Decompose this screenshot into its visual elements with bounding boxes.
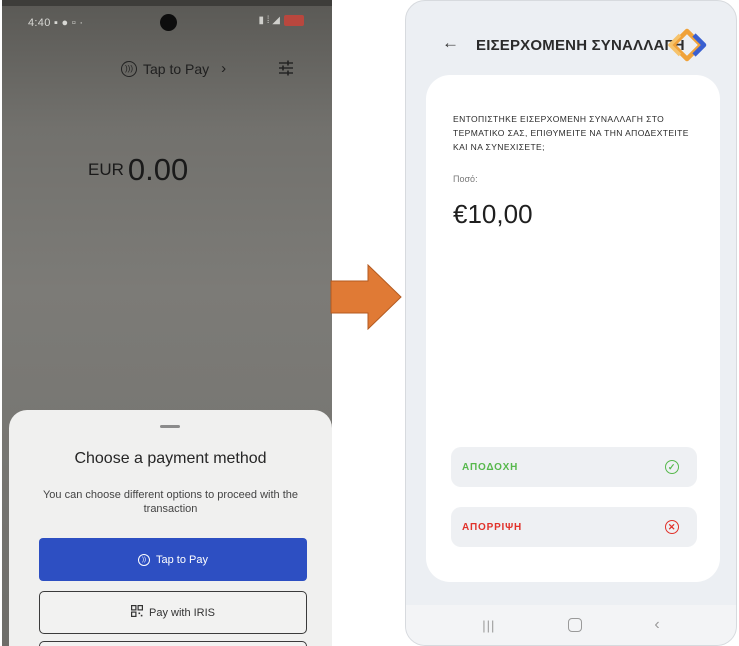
sheet-title: Choose a payment method: [74, 450, 267, 467]
chevron-right-icon: ›: [221, 60, 227, 77]
sheet-subtitle: You can choose different options to proc…: [42, 489, 298, 515]
signal-icon: ▮ ⁞ ◢: [258, 15, 280, 26]
incoming-transaction-message: ΕΝΤΟΠΙΣΤΗΚΕ ΕΙΣΕΡΧΟΜΕΝΗ ΣΥΝΑΛΛΑΓΗ ΣΤΟ ΤΕ…: [453, 114, 689, 152]
recents-icon[interactable]: |||: [482, 618, 495, 633]
x-circle-icon: ✕: [665, 520, 679, 534]
nfc-icon: )): [138, 553, 150, 566]
pay-with-iris-button[interactable]: Pay with IRIS: [39, 591, 307, 634]
tap-to-pay-button[interactable]: )) Tap to Pay: [39, 538, 307, 581]
amount-display: EUR 0.00: [88, 152, 188, 188]
tap-to-pay-link[interactable]: ))) Tap to Pay ›: [121, 60, 226, 77]
amount-value: 0.00: [127, 152, 189, 187]
tap-to-pay-button-label: Tap to Pay: [156, 553, 208, 566]
pay-with-iris-label: Pay with IRIS: [148, 606, 216, 619]
tap-to-pay-link-label: Tap to Pay: [143, 60, 210, 77]
accept-button-label: ΑΠΟΔΟΧΗ: [462, 461, 519, 473]
arrow-left-icon[interactable]: ←: [442, 33, 459, 53]
amount-label: Ποσό:: [453, 174, 478, 184]
sheet-drag-handle[interactable]: [160, 425, 180, 428]
status-time: 4:40: [28, 17, 51, 29]
payment-option-button[interactable]: [39, 641, 307, 646]
status-bar-left: 4:40 ▪ ● ▫ ·: [28, 17, 83, 29]
right-phone-screen: ← ΕΙΣΕΡΧΟΜΕΝΗ ΣΥΝΑΛΛΑΓΗ ΕΝΤΟΠΙΣΤΗΚΕ ΕΙΣΕ…: [405, 0, 737, 646]
battery-icon: [284, 15, 304, 26]
left-phone-screen: 4:40 ▪ ● ▫ · ▮ ⁞ ◢ ))) Tap to Pay › EUR …: [2, 0, 332, 646]
app-header: ← ΕΙΣΕΡΧΟΜΕΝΗ ΣΥΝΑΛΛΑΓΗ: [406, 25, 736, 65]
status-icons: ▪ ● ▫ ·: [53, 17, 84, 29]
nfc-icon: ))): [121, 60, 137, 77]
reject-button-label: ΑΠΟΡΡΙΨΗ: [462, 521, 523, 533]
reject-button[interactable]: ΑΠΟΡΡΙΨΗ ✕: [451, 507, 697, 547]
accept-button[interactable]: ΑΠΟΔΟΧΗ ✓: [451, 447, 697, 487]
arrow-right-icon: [330, 264, 402, 330]
nav-back-icon[interactable]: ‹: [654, 616, 659, 634]
currency-label: EUR: [88, 160, 124, 179]
sliders-icon[interactable]: [278, 60, 294, 81]
brand-logo: [668, 28, 707, 62]
front-camera: [160, 14, 177, 31]
payment-method-sheet: Choose a payment method You can choose d…: [9, 410, 332, 646]
check-circle-icon: ✓: [665, 460, 679, 474]
home-icon[interactable]: [567, 618, 582, 632]
page-title: ΕΙΣΕΡΧΟΜΕΝΗ ΣΥΝΑΛΛΑΓΗ: [476, 37, 685, 54]
qr-code-icon: [130, 605, 143, 620]
amount-value: €10,00: [453, 199, 533, 229]
phone-bezel: [2, 0, 332, 6]
status-bar-right: ▮ ⁞ ◢: [258, 15, 304, 26]
android-nav-bar: ||| ‹: [406, 605, 736, 645]
transaction-card: ΕΝΤΟΠΙΣΤΗΚΕ ΕΙΣΕΡΧΟΜΕΝΗ ΣΥΝΑΛΛΑΓΗ ΣΤΟ ΤΕ…: [426, 75, 720, 582]
